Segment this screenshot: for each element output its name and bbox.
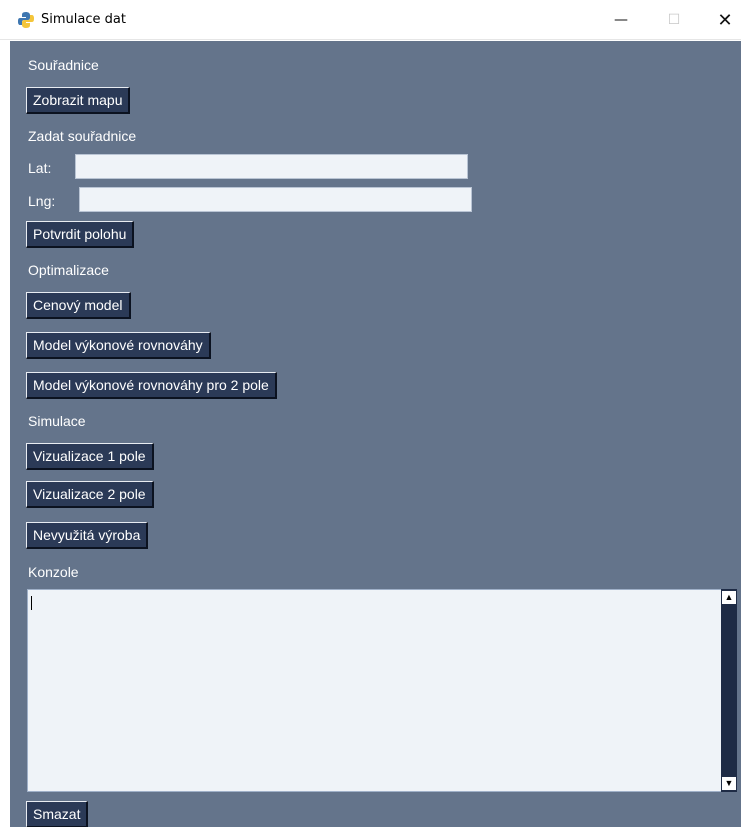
unused-production-button[interactable]: Nevyužitá výroba <box>26 522 149 549</box>
console-scrollbar[interactable]: ▲ ▼ <box>721 589 737 792</box>
section-coordinates: Souřadnice <box>28 57 99 73</box>
price-model-button[interactable]: Cenový model <box>26 292 131 319</box>
python-icon <box>18 12 34 28</box>
show-map-button[interactable]: Zobrazit mapu <box>26 87 131 114</box>
lng-input[interactable] <box>79 187 472 212</box>
maximize-button[interactable]: ☐ <box>651 0 697 40</box>
section-simulation: Simulace <box>28 413 86 429</box>
close-button[interactable]: ✕ <box>702 0 741 40</box>
scroll-up-arrow-icon[interactable]: ▲ <box>722 591 736 604</box>
maximize-icon: ☐ <box>667 12 681 28</box>
visualize-1-field-button[interactable]: Vizualizace 1 pole <box>26 443 154 470</box>
minimize-button[interactable]: — <box>598 0 644 40</box>
scroll-down-arrow-icon[interactable]: ▼ <box>722 777 736 790</box>
visualize-2-fields-button[interactable]: Vizualizace 2 pole <box>26 481 154 508</box>
section-optimization: Optimalizace <box>28 262 109 278</box>
power-balance-model-2-fields-button[interactable]: Model výkonové rovnováhy pro 2 pole <box>26 372 277 399</box>
lat-input[interactable] <box>75 154 468 179</box>
section-console: Konzole <box>28 564 79 580</box>
close-icon: ✕ <box>717 9 733 31</box>
window-title: Simulace dat <box>41 12 126 27</box>
power-balance-model-button[interactable]: Model výkonové rovnováhy <box>26 332 211 359</box>
minimize-icon: — <box>614 12 628 28</box>
text-caret <box>31 596 32 610</box>
lng-label: Lng: <box>28 193 56 209</box>
lat-label: Lat: <box>28 160 52 176</box>
clear-button[interactable]: Smazat <box>26 801 89 827</box>
section-enter-coordinates: Zadat souřadnice <box>28 128 137 144</box>
console-textarea[interactable] <box>27 589 727 792</box>
main-panel: Souřadnice Zobrazit mapu Zadat souřadnic… <box>10 41 741 827</box>
title-bar: Simulace dat — ☐ ✕ <box>0 0 741 40</box>
confirm-position-button[interactable]: Potvrdit polohu <box>26 221 135 248</box>
